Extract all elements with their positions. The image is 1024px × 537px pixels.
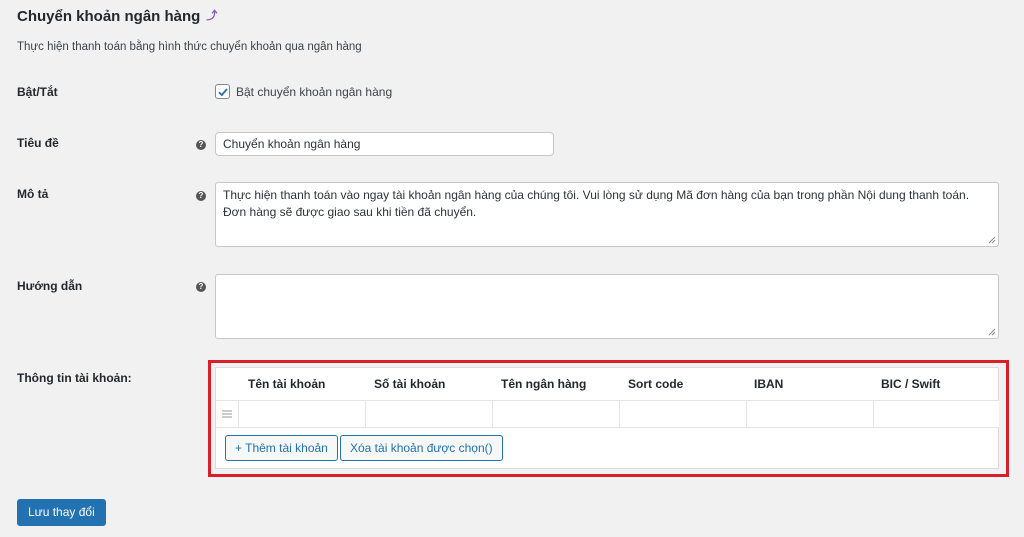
enable-label: Bật/Tắt [17,85,58,99]
page-title-text: Chuyển khoản ngân hàng [17,8,201,25]
save-changes-button[interactable]: Lưu thay đổi [17,499,106,526]
description-text: Thực hiện thanh toán vào ngay tài khoản … [223,188,970,219]
checkmark-icon [217,87,228,96]
instructions-label: Hướng dẫn [17,279,83,293]
resize-grip-icon[interactable] [987,327,996,336]
up-level-icon[interactable]: ⤴ [206,11,217,22]
description-textarea[interactable]: Thực hiện thanh toán vào ngay tài khoản … [215,182,999,247]
description-label: Mô tả [17,187,49,201]
enable-checkbox-row[interactable]: Bật chuyển khoản ngân hàng [215,84,392,99]
title-input[interactable]: Chuyển khoản ngân hàng [215,132,554,156]
page-title: Chuyển khoản ngân hàng ⤴ [17,8,217,25]
accounts-label: Thông tin tài khoản: [17,371,132,385]
instructions-textarea[interactable] [215,274,999,339]
enable-checkbox-label: Bật chuyển khoản ngân hàng [236,84,393,99]
resize-grip-icon[interactable] [987,235,996,244]
enable-checkbox[interactable] [215,84,230,99]
highlight-box [208,360,1009,477]
title-label: Tiêu đề [17,136,59,150]
help-icon: ? [196,282,206,292]
help-icon: ? [196,140,206,150]
help-icon: ? [196,191,206,201]
page-description: Thực hiện thanh toán bằng hình thức chuy… [17,41,362,53]
